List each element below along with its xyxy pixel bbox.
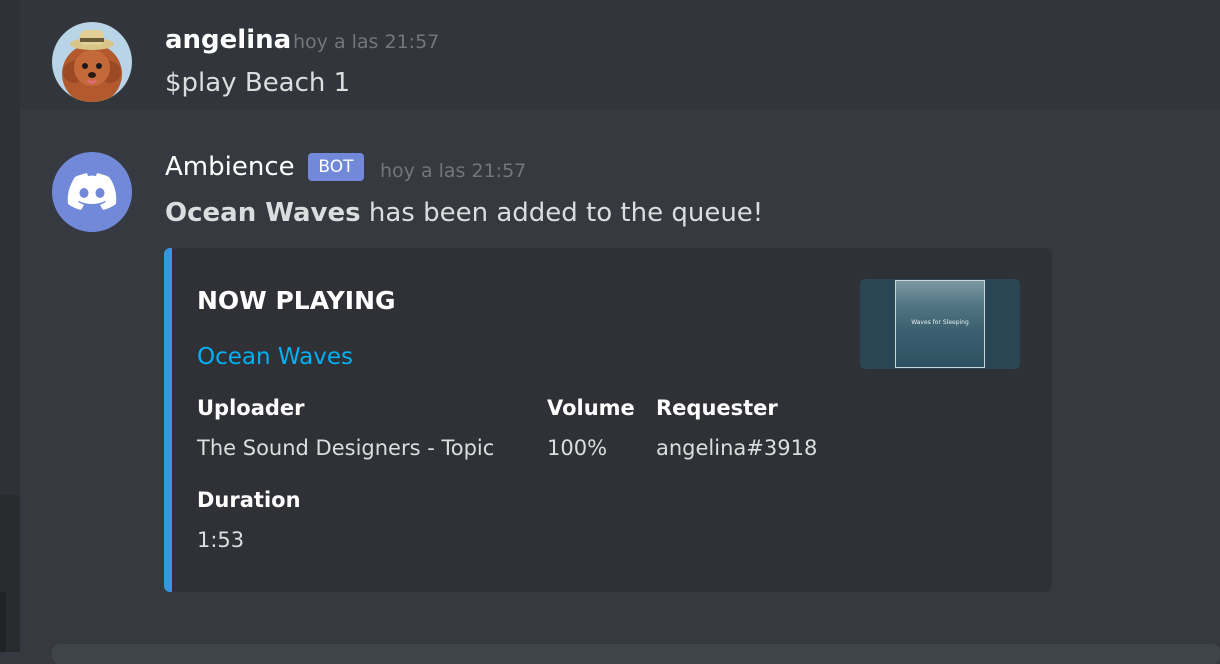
album-art-text: Waves for Sleeping [911, 319, 969, 326]
bot-avatar[interactable] [52, 152, 132, 232]
field-value-uploader: The Sound Designers - Topic [197, 436, 495, 460]
sidebar-notch [0, 592, 6, 652]
bot-badge: BOT [308, 153, 364, 181]
bot-username[interactable]: Ambience [165, 152, 295, 182]
album-art: Waves for Sleeping [895, 280, 985, 368]
field-value-volume: 100% [547, 436, 608, 460]
message-timestamp: hoy a las 21:57 [293, 31, 440, 53]
field-name-uploader: Uploader [197, 396, 305, 420]
dog-avatar-icon [52, 22, 132, 102]
field-value-duration: 1:53 [197, 528, 245, 552]
embed-title: NOW PLAYING [197, 286, 396, 315]
field-name-volume: Volume [547, 396, 635, 420]
embed-accent-bar [164, 248, 172, 592]
field-value-requester: angelina#3918 [656, 436, 818, 460]
now-playing-embed: NOW PLAYING Ocean Waves Uploader The Sou… [164, 248, 1052, 592]
user-avatar[interactable] [52, 22, 132, 102]
discord-logo-icon [67, 173, 117, 210]
song-title-bold: Ocean Waves [165, 198, 361, 228]
message-username[interactable]: angelina [165, 25, 291, 55]
message-content: $play Beach 1 [165, 68, 351, 98]
song-link[interactable]: Ocean Waves [197, 344, 353, 370]
message-composer[interactable] [52, 644, 1220, 664]
message-timestamp: hoy a las 21:57 [380, 160, 527, 182]
message-content-rest: has been added to the queue! [360, 198, 764, 228]
embed-thumbnail[interactable]: Waves for Sleeping [860, 279, 1020, 369]
message-content: Ocean Waves has been added to the queue! [165, 198, 763, 228]
field-name-requester: Requester [656, 396, 778, 420]
field-name-duration: Duration [197, 488, 301, 512]
